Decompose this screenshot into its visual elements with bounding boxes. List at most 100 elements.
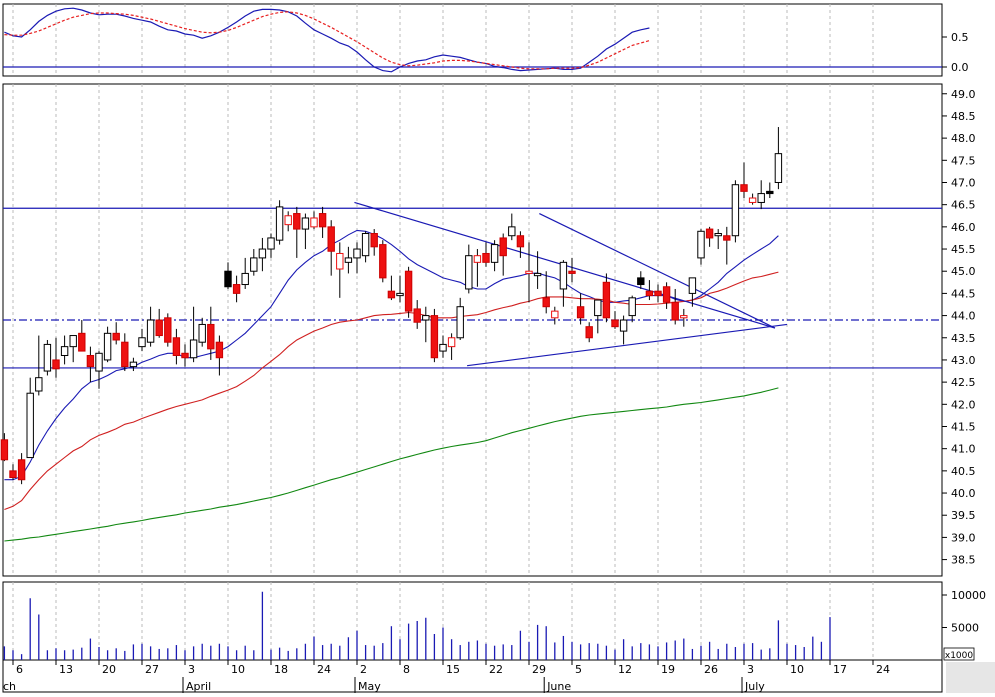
price-tick-label-18: 47.5 (951, 154, 976, 167)
price-tick-label-17: 47.0 (951, 176, 976, 189)
candle-body-87 (748, 197, 757, 203)
candle-body-14 (121, 341, 129, 368)
candle-body-66 (568, 270, 576, 274)
candle-body-64 (551, 310, 559, 319)
candle-body-22 (189, 339, 198, 359)
price-tick-label-3: 40.0 (951, 487, 976, 500)
candle-body-26 (224, 270, 232, 288)
price-tick-label-11: 44.0 (951, 310, 976, 323)
price-tick-label-12: 44.5 (951, 287, 976, 300)
price-tick-label-14: 45.5 (951, 243, 976, 256)
candle-body-61 (525, 270, 533, 274)
candle-body-19 (164, 317, 172, 343)
price-tick-label-15: 46.0 (951, 221, 976, 234)
candle-body-2 (17, 459, 26, 481)
candle-body-71 (611, 319, 619, 328)
candle-body-12 (103, 332, 112, 361)
candle-body-72 (619, 319, 628, 332)
candle-body-4 (35, 377, 43, 392)
candle-body-3 (26, 392, 34, 459)
candle-body-86 (740, 184, 748, 192)
candle-body-89 (766, 190, 774, 195)
candle-body-7 (60, 346, 69, 357)
candle-body-50 (430, 315, 439, 359)
candle-body-51 (439, 343, 447, 352)
candle-body-15 (129, 361, 138, 368)
candle-body-21 (181, 352, 189, 359)
candle-body-9 (78, 332, 86, 352)
candle-body-5 (43, 343, 52, 372)
date-tick-label-9: 8 (403, 663, 410, 676)
candle-body-37 (318, 213, 327, 228)
candle-body-56 (482, 252, 490, 263)
date-tick-label-2: 20 (102, 663, 116, 676)
date-tick-label-6: 18 (274, 663, 288, 676)
candle-body-83 (714, 233, 722, 237)
date-tick-label-5: 10 (231, 663, 245, 676)
stock-chart: 0.5 0.0 38.5 39.0 39.5 40.0 40.5 41.0 41.5 42.0 42… (0, 0, 995, 693)
date-tick-label-15: 19 (661, 663, 675, 676)
month-label-1: May (358, 680, 381, 693)
volume-tick-label-0: 10000 (951, 589, 986, 602)
price-tick-label-10: 43.5 (951, 332, 976, 345)
date-tick-label-19: 17 (833, 663, 847, 676)
date-tick-label-18: 10 (790, 663, 804, 676)
date-tick-label-4: 3 (188, 663, 195, 676)
date-tick-label-1: 13 (59, 663, 73, 676)
candle-body-78 (671, 301, 679, 321)
date-tick-label-17: 3 (747, 663, 754, 676)
candle-body-0 (0, 439, 9, 461)
price-tick-label-5: 41.0 (951, 443, 976, 456)
date-tick-label-16: 26 (704, 663, 718, 676)
candle-body-34 (293, 213, 301, 230)
candle-body-23 (198, 323, 206, 343)
candle-body-36 (310, 217, 318, 228)
candle-body-75 (645, 290, 654, 297)
candle-body-69 (594, 299, 602, 317)
candle-body-11 (95, 352, 103, 372)
candle-body-76 (654, 290, 662, 297)
candle-body-49 (422, 315, 430, 321)
candle-body-43 (370, 233, 378, 248)
candle-body-65 (559, 261, 568, 290)
candle-body-88 (757, 193, 765, 203)
month-prefix-label: ch (3, 680, 16, 693)
candle-body-79 (680, 315, 688, 319)
candle-body-38 (327, 226, 335, 252)
candle-body-27 (232, 284, 241, 294)
date-tick-label-8: 2 (360, 663, 367, 676)
price-panel (2, 83, 943, 577)
date-tick-label-0: 6 (16, 663, 23, 676)
candle-body-6 (52, 359, 60, 370)
price-tick-label-20: 48.5 (951, 110, 976, 123)
candle-body-77 (662, 286, 671, 303)
candle-body-20 (172, 337, 181, 357)
candle-body-18 (155, 319, 163, 337)
date-tick-label-13: 5 (575, 663, 582, 676)
candle-body-8 (69, 335, 77, 348)
price-tick-label-9: 43.0 (951, 354, 976, 367)
price-tick-label-0: 38.5 (951, 554, 976, 567)
corner-box (946, 662, 995, 693)
price-tick-label-7: 42.0 (951, 398, 976, 411)
candle-body-63 (542, 297, 550, 308)
candle-body-44 (379, 244, 387, 279)
candle-body-60 (516, 235, 525, 248)
date-tick-label-7: 24 (317, 663, 331, 676)
price-tick-label-1: 39.0 (951, 531, 976, 544)
candle-body-16 (138, 337, 146, 348)
candle-body-47 (404, 270, 413, 312)
candle-body-84 (723, 235, 731, 241)
month-label-3: July (744, 680, 765, 693)
oscillator-panel (2, 3, 943, 77)
candle-body-52 (447, 337, 456, 348)
candle-body-82 (705, 228, 714, 239)
candle-body-57 (490, 244, 499, 263)
price-tick-label-2: 39.5 (951, 509, 976, 522)
price-tick-label-16: 46.5 (951, 199, 976, 212)
date-tick-label-12: 29 (532, 663, 546, 676)
candle-body-45 (387, 290, 396, 299)
candle-body-13 (112, 332, 120, 341)
candle-body-62 (533, 272, 542, 277)
candle-body-24 (207, 323, 215, 350)
